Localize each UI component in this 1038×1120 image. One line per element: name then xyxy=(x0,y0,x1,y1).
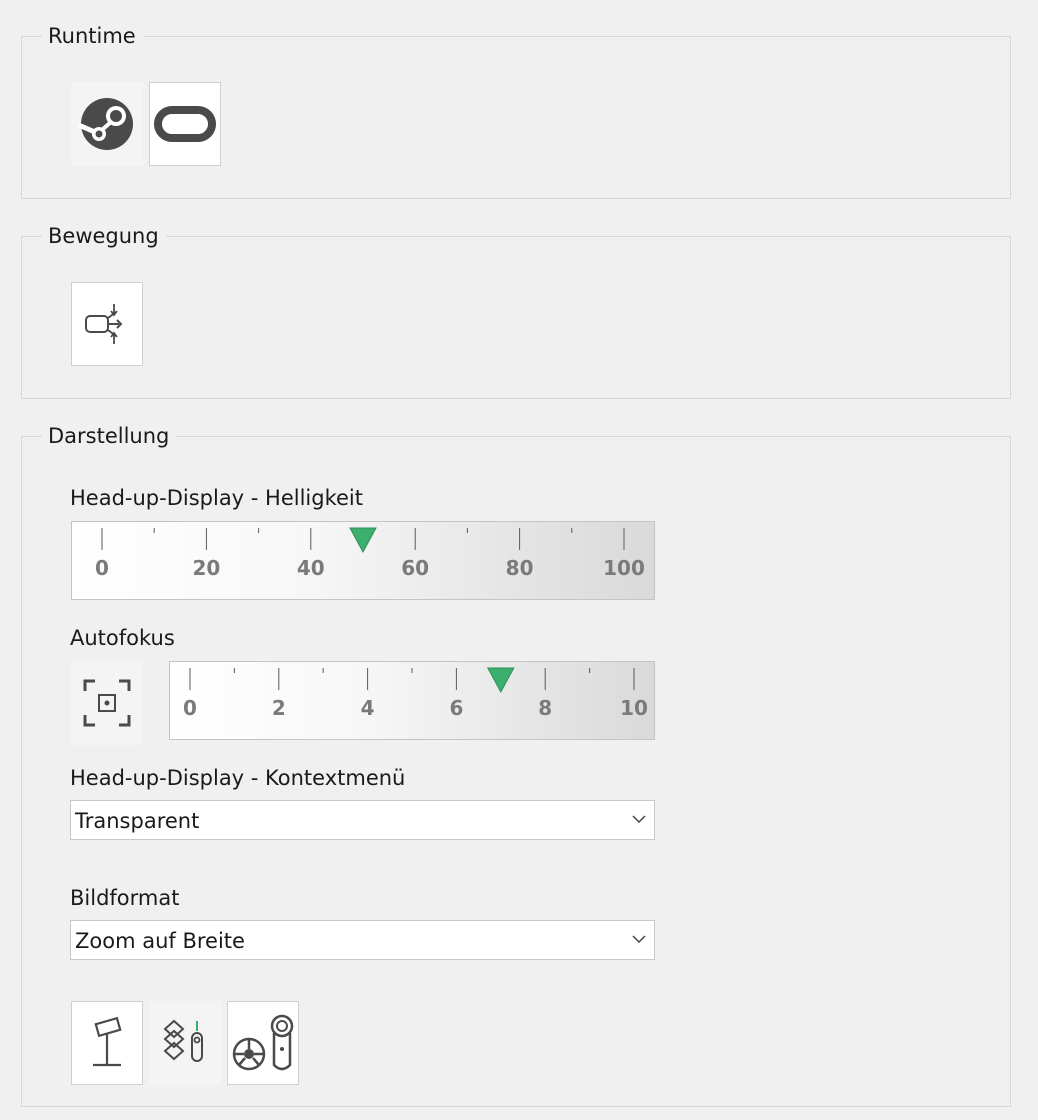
autofocus-tick-label: 2 xyxy=(272,696,286,720)
autofocus-tick-label: 10 xyxy=(620,696,648,720)
autofocus-slider[interactable]: 0 2 4 6 8 10 xyxy=(169,661,655,740)
chevron-down-icon xyxy=(632,815,646,824)
wheel-controller-button[interactable] xyxy=(227,1001,299,1085)
hud-brightness-tick-label: 20 xyxy=(192,556,220,580)
autofocus-thumb[interactable] xyxy=(486,667,515,694)
motion-compensation-button[interactable] xyxy=(71,282,143,366)
autofocus-tick-label: 0 xyxy=(183,696,197,720)
movement-title: Bewegung xyxy=(42,223,166,249)
oculus-icon xyxy=(154,106,216,142)
hud-brightness-label: Head-up-Display - Helligkeit xyxy=(70,486,363,510)
hud-brightness-tick-label: 0 xyxy=(95,556,109,580)
display-title: Darstellung xyxy=(42,423,177,449)
aspect-label: Bildformat xyxy=(70,886,180,910)
motion-compensation-icon xyxy=(85,304,123,344)
autofocus-label: Autofokus xyxy=(70,626,175,650)
cockpit-stand-button[interactable] xyxy=(71,1001,143,1085)
hud-context-menu-value: Transparent xyxy=(75,809,200,833)
steam-icon xyxy=(79,98,133,150)
chevron-down-icon xyxy=(632,935,646,944)
hud-brightness-slider[interactable]: 0 20 40 60 80 100 xyxy=(71,521,655,600)
autofocus-tick-label: 4 xyxy=(361,696,375,720)
hud-brightness-scale: 0 20 40 60 80 100 xyxy=(95,527,645,580)
autofocus-button[interactable] xyxy=(71,661,143,745)
focus-frame-icon xyxy=(83,679,131,727)
runtime-title: Runtime xyxy=(42,23,143,49)
autofocus-tick-label: 6 xyxy=(449,696,463,720)
autofocus-scale: 0 2 4 6 8 10 xyxy=(183,667,648,720)
hud-brightness-thumb[interactable] xyxy=(349,527,377,554)
aspect-select[interactable]: Zoom auf Breite xyxy=(70,920,655,960)
runtime-group: Runtime xyxy=(21,23,1011,199)
wheel-controller-icon xyxy=(232,1014,294,1071)
layers-controller-button[interactable] xyxy=(149,1001,221,1085)
hud-brightness-tick-label: 100 xyxy=(603,556,645,580)
steam-button[interactable] xyxy=(71,82,143,166)
hud-brightness-tick-label: 60 xyxy=(401,556,429,580)
layers-controller-icon xyxy=(163,1019,203,1062)
movement-group: Bewegung xyxy=(21,223,1011,399)
hud-brightness-tick-label: 80 xyxy=(506,556,534,580)
hud-brightness-tick-label: 40 xyxy=(297,556,325,580)
cockpit-stand-icon xyxy=(93,1017,122,1067)
oculus-button[interactable] xyxy=(149,82,221,166)
autofocus-tick-label: 8 xyxy=(538,696,552,720)
aspect-value: Zoom auf Breite xyxy=(75,929,245,953)
hud-context-menu-select[interactable]: Transparent xyxy=(70,800,655,840)
hud-context-menu-label: Head-up-Display - Kontextmenü xyxy=(70,766,406,790)
